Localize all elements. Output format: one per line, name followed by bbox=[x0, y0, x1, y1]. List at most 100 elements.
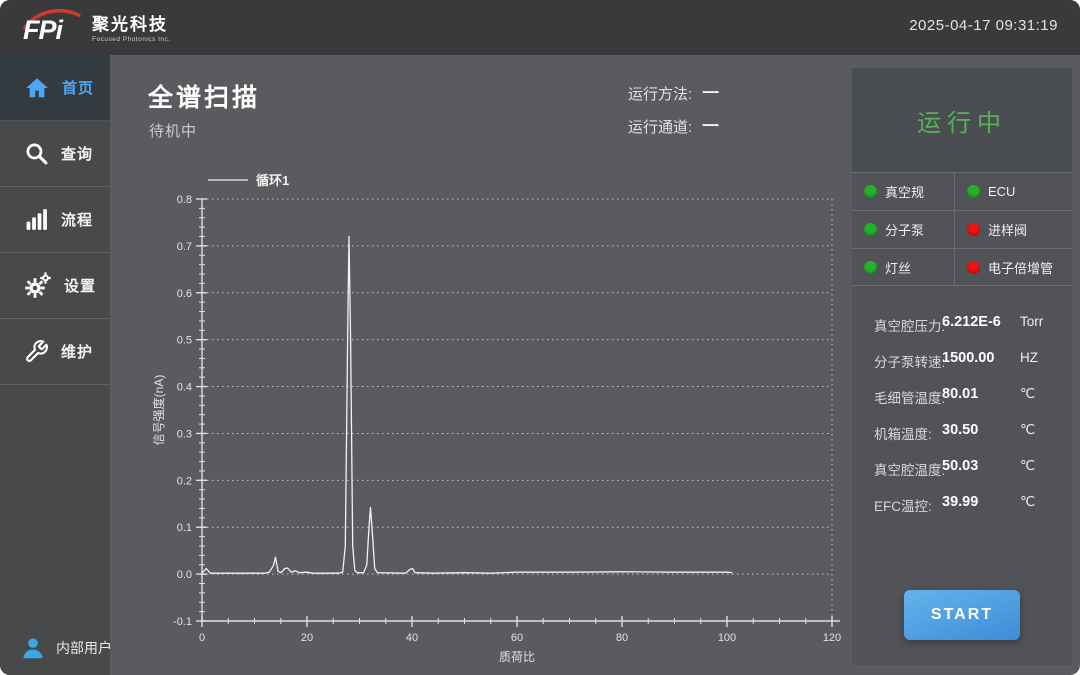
user-name-label: 内部用户 bbox=[56, 638, 112, 658]
metric-label: 毛细管温度: bbox=[874, 387, 945, 407]
machine-status-label: 待机中 bbox=[149, 120, 197, 141]
metric-value: 6.212E-6 bbox=[942, 314, 1001, 330]
run-channel-row: 运行通道: ---- bbox=[628, 116, 718, 149]
metric-pump-speed: 分子泵转速: 1500.00 HZ bbox=[852, 343, 1072, 379]
run-method-row: 运行方法: ---- bbox=[628, 83, 718, 116]
sidebar-item-label: 维护 bbox=[61, 341, 93, 362]
sidebar-item-settings[interactable]: 设置 bbox=[0, 253, 110, 319]
metric-label: 真空腔压力: bbox=[874, 315, 945, 335]
device-vacuum-gauge: 真空规 bbox=[852, 172, 954, 210]
metric-value: 50.03 bbox=[942, 458, 978, 474]
run-state-text: 运行中 bbox=[917, 103, 1007, 138]
svg-text:100: 100 bbox=[718, 632, 736, 644]
status-dot bbox=[967, 185, 980, 198]
svg-text:0.7: 0.7 bbox=[177, 241, 192, 253]
metric-value: 30.50 bbox=[942, 422, 978, 438]
svg-text:20: 20 bbox=[301, 632, 313, 644]
device-molecular-pump: 分子泵 bbox=[852, 210, 954, 248]
fpi-logo-icon: FPi bbox=[20, 5, 82, 47]
device-ecu: ECU bbox=[954, 172, 1072, 210]
metric-unit: ℃ bbox=[1020, 386, 1035, 402]
device-label: 进样阀 bbox=[988, 220, 1027, 239]
metric-value: 80.01 bbox=[942, 386, 978, 402]
sidebar-item-label: 首页 bbox=[62, 77, 94, 98]
brand-text: 聚光科技 Focused Photonics Inc. bbox=[92, 10, 171, 43]
sidebar: 首页 查询 流程 bbox=[0, 55, 110, 675]
sidebar-item-home[interactable]: 首页 bbox=[0, 55, 110, 121]
datetime-display: 2025-04-17 09:31:19 bbox=[909, 17, 1058, 34]
svg-text:循环1: 循环1 bbox=[256, 173, 289, 188]
svg-text:40: 40 bbox=[406, 632, 418, 644]
svg-text:信号强度(nA): 信号强度(nA) bbox=[151, 375, 166, 446]
metric-vacuum-pressure: 真空腔压力: 6.212E-6 Torr bbox=[852, 307, 1072, 343]
status-dot bbox=[864, 261, 877, 274]
settings-icon bbox=[24, 272, 52, 300]
svg-text:0.0: 0.0 bbox=[177, 569, 192, 581]
metric-unit: ℃ bbox=[1020, 422, 1035, 438]
run-method-value: ---- bbox=[702, 83, 718, 100]
metric-unit: Torr bbox=[1020, 314, 1043, 329]
maintenance-icon bbox=[24, 339, 49, 364]
metrics-list: 真空腔压力: 6.212E-6 Torr 分子泵转速: 1500.00 HZ 毛… bbox=[852, 286, 1072, 523]
svg-text:0.1: 0.1 bbox=[177, 522, 192, 534]
sidebar-item-process[interactable]: 流程 bbox=[0, 187, 110, 253]
svg-text:0.3: 0.3 bbox=[177, 428, 192, 440]
svg-text:0: 0 bbox=[199, 632, 205, 644]
metric-capillary-temp: 毛细管温度: 80.01 ℃ bbox=[852, 379, 1072, 415]
app-window: FPi 聚光科技 Focused Photonics Inc. 2025-04-… bbox=[0, 0, 1080, 675]
run-state-banner: 运行中 bbox=[852, 68, 1072, 172]
spectrum-plot: -0.10.00.10.20.30.40.50.60.70.8020406080… bbox=[150, 163, 850, 665]
sidebar-item-label: 设置 bbox=[64, 275, 96, 296]
run-info: 运行方法: ---- 运行通道: ---- bbox=[628, 83, 718, 149]
sidebar-item-label: 流程 bbox=[61, 209, 93, 230]
metric-chassis-temp: 机箱温度: 30.50 ℃ bbox=[852, 415, 1072, 451]
device-inlet-valve: 进样阀 bbox=[954, 210, 1072, 248]
sidebar-item-label: 查询 bbox=[61, 143, 93, 164]
user-account[interactable]: 内部用户 bbox=[0, 635, 160, 661]
device-electron-multiplier: 电子倍增管 bbox=[954, 248, 1072, 286]
svg-text:0.6: 0.6 bbox=[177, 288, 192, 300]
device-label: 真空规 bbox=[885, 182, 924, 201]
process-icon bbox=[24, 207, 49, 232]
run-channel-label: 运行通道: bbox=[628, 116, 692, 137]
start-button[interactable]: START bbox=[904, 590, 1020, 640]
home-icon bbox=[24, 75, 50, 101]
metric-unit: ℃ bbox=[1020, 458, 1035, 474]
metric-label: EFC温控: bbox=[874, 495, 932, 515]
page-title: 全谱扫描 bbox=[148, 78, 260, 114]
metric-vacuum-temp: 真空腔温度: 50.03 ℃ bbox=[852, 451, 1072, 487]
metric-label: 分子泵转速: bbox=[874, 351, 945, 371]
status-dot bbox=[864, 223, 877, 236]
status-dot bbox=[967, 261, 980, 274]
metric-efc-temp: EFC温控: 39.99 ℃ bbox=[852, 487, 1072, 523]
search-icon bbox=[24, 141, 49, 166]
sidebar-item-maintenance[interactable]: 维护 bbox=[0, 319, 110, 385]
svg-text:-0.1: -0.1 bbox=[173, 616, 192, 628]
sidebar-item-query[interactable]: 查询 bbox=[0, 121, 110, 187]
run-method-label: 运行方法: bbox=[628, 83, 692, 104]
top-bar: FPi 聚光科技 Focused Photonics Inc. 2025-04-… bbox=[0, 0, 1080, 55]
metric-label: 机箱温度: bbox=[874, 423, 932, 443]
status-dot bbox=[967, 223, 980, 236]
device-status-grid: 真空规 ECU 分子泵 进样阀 灯丝 电子倍增管 bbox=[852, 172, 1072, 286]
metric-value: 1500.00 bbox=[942, 350, 994, 366]
device-label: 分子泵 bbox=[885, 220, 924, 239]
status-dot bbox=[864, 185, 877, 198]
brand-name-cn: 聚光科技 bbox=[92, 10, 171, 35]
run-channel-value: ---- bbox=[702, 116, 718, 133]
svg-text:0.4: 0.4 bbox=[177, 382, 192, 394]
svg-text:60: 60 bbox=[511, 632, 523, 644]
svg-text:0.5: 0.5 bbox=[177, 335, 192, 347]
user-icon bbox=[20, 635, 46, 661]
svg-text:80: 80 bbox=[616, 632, 628, 644]
svg-text:120: 120 bbox=[823, 632, 841, 644]
device-label: 电子倍增管 bbox=[988, 258, 1053, 277]
fpi-logo-text: FPi bbox=[23, 15, 64, 45]
status-panel: 运行中 真空规 ECU 分子泵 进样阀 灯丝 bbox=[852, 68, 1072, 665]
spectrum-chart: -0.10.00.10.20.30.40.50.60.70.8020406080… bbox=[150, 163, 850, 670]
brand-name-en: Focused Photonics Inc. bbox=[92, 36, 171, 43]
svg-text:0.8: 0.8 bbox=[177, 194, 192, 206]
device-filament: 灯丝 bbox=[852, 248, 954, 286]
svg-text:质荷比: 质荷比 bbox=[499, 650, 535, 664]
metric-unit: ℃ bbox=[1020, 494, 1035, 510]
